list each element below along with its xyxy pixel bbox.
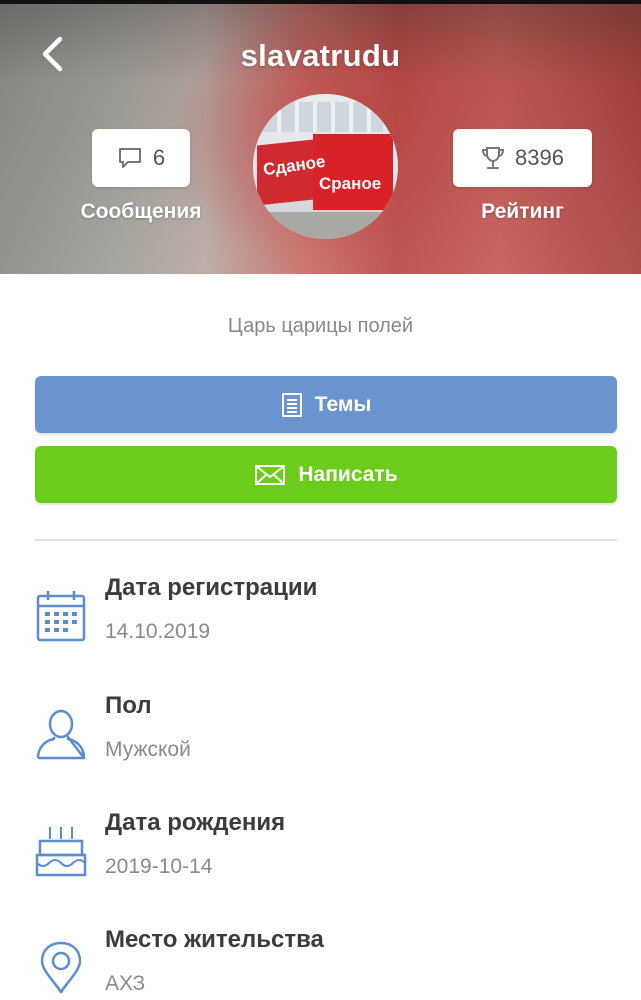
info-row-residence: Место жительства АХЗ — [35, 926, 617, 1000]
write-message-button[interactable]: Написать — [35, 446, 617, 503]
birth-date-title: Дата рождения — [105, 809, 286, 836]
gender-value: Мужской — [105, 738, 191, 761]
birth-date-value: 2019-10-14 — [105, 855, 213, 878]
rating-count: 8396 — [515, 145, 564, 170]
rating-label: Рейтинг — [481, 200, 564, 223]
divider — [35, 539, 617, 541]
location-pin-icon — [40, 941, 82, 994]
envelope-icon — [255, 464, 286, 485]
write-button-label: Написать — [298, 462, 398, 486]
trophy-icon — [482, 147, 505, 169]
info-row-registration-date: Дата регистрации 14.10.2019 — [35, 574, 617, 664]
registration-date-value: 14.10.2019 — [105, 620, 211, 643]
messages-label: Сообщения — [80, 200, 202, 223]
avatar: Сданое Сраное — [253, 94, 398, 239]
topics-button[interactable]: Темы — [35, 376, 617, 433]
messages-count: 6 — [152, 145, 166, 170]
user-icon — [36, 709, 86, 760]
rating-count-button[interactable]: 8396 — [453, 129, 592, 187]
calendar-icon — [36, 591, 86, 642]
messages-count-button[interactable]: 6 — [92, 129, 190, 187]
residence-title: Место жительства — [105, 926, 324, 953]
residence-value: АХЗ — [105, 972, 146, 995]
profile-status: Царь царицы полей — [227, 315, 414, 337]
document-list-icon — [281, 392, 302, 417]
profile-header: slavatrudu 6 Сообщения Сданое Сраное 839… — [0, 0, 641, 274]
username-title: slavatrudu — [240, 38, 401, 73]
avatar-sign-text-2: Сраное — [319, 174, 382, 193]
registration-date-title: Дата регистрации — [105, 574, 318, 601]
info-row-birth-date: Дата рождения 2019-10-14 — [35, 809, 617, 899]
chat-bubble-icon — [118, 148, 141, 168]
info-row-gender: Пол Мужской — [35, 692, 617, 782]
gender-title: Пол — [105, 692, 152, 719]
topics-button-label: Темы — [314, 392, 372, 416]
cake-icon — [35, 827, 87, 877]
